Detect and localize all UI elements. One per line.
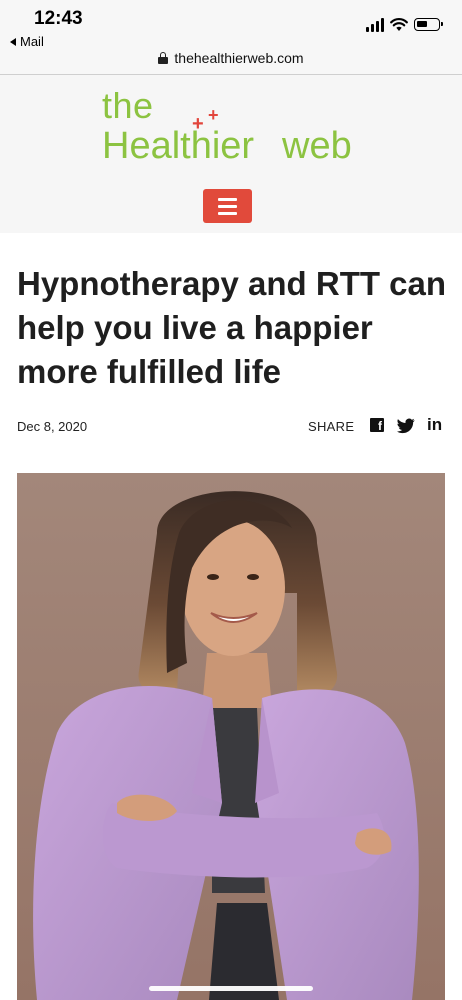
wifi-icon	[390, 18, 408, 31]
portrait-image	[17, 473, 445, 1000]
article-photo	[17, 473, 445, 1000]
status-time: 12:43	[34, 8, 83, 29]
site-logo[interactable]: the + + Healthier web	[100, 85, 370, 175]
status-bar: 12:43 Mail	[0, 0, 462, 49]
linkedin-icon[interactable]: in	[427, 415, 442, 435]
share-label: SHARE	[308, 419, 355, 434]
article-headline: Hypnotherapy and RTT can help you live a…	[17, 265, 447, 390]
cell-signal-icon	[366, 18, 384, 32]
menu-button[interactable]	[203, 189, 252, 223]
battery-icon	[414, 18, 443, 31]
url-text: thehealthierweb.com	[174, 50, 304, 66]
article-meta: Dec 8, 2020 SHARE f in	[17, 415, 445, 438]
logo-plus-icon: +	[208, 105, 219, 125]
logo-healthier-text: Healthier	[102, 125, 255, 167]
logo-web-text: web	[282, 125, 352, 167]
twitter-icon[interactable]	[397, 418, 415, 434]
hamburger-icon	[218, 198, 237, 201]
site-header: the + + Healthier web	[0, 75, 462, 233]
home-indicator[interactable]	[149, 986, 313, 991]
logo-the-text: the	[102, 85, 154, 126]
url-display[interactable]: thehealthierweb.com	[0, 50, 462, 66]
lock-icon	[158, 52, 169, 64]
facebook-icon[interactable]: f	[370, 418, 384, 432]
browser-url-bar[interactable]: thehealthierweb.com	[0, 46, 462, 75]
article-date: Dec 8, 2020	[17, 419, 88, 434]
back-arrow-icon	[10, 37, 16, 46]
